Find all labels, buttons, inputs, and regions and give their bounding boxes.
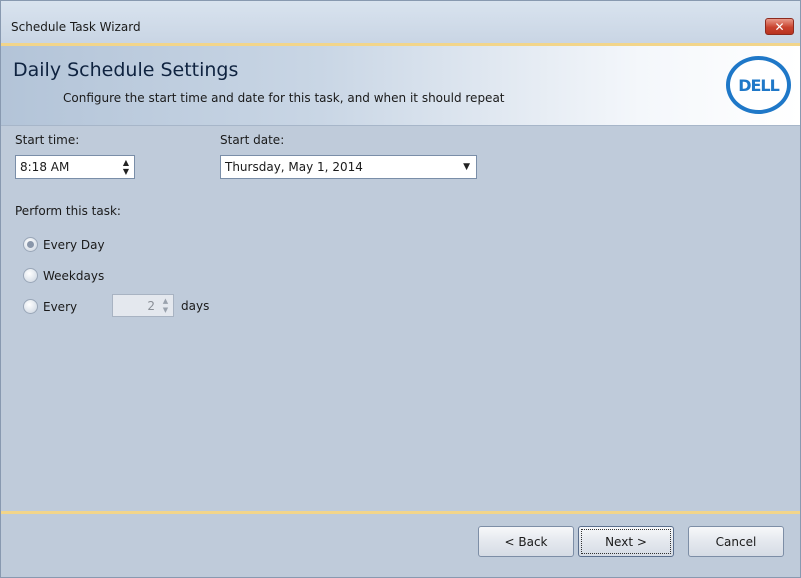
start-date-value: Thursday, May 1, 2014 [225,160,363,174]
days-label: days [181,299,210,313]
dell-logo: DELL [726,56,791,114]
radio-every-day-label[interactable]: Every Day [43,238,105,252]
wizard-header: Daily Schedule Settings Configure the st… [1,46,800,126]
radio-weekdays-label[interactable]: Weekdays [43,269,104,283]
start-time-input[interactable]: 8:18 AM ▲ ▼ [15,155,135,179]
page-subtitle: Configure the start time and date for th… [63,91,505,105]
close-icon: ✕ [774,19,785,34]
start-time-label: Start time: [15,133,80,147]
back-button[interactable]: < Back [478,526,574,557]
start-date-label: Start date: [220,133,285,147]
window-title: Schedule Task Wizard [11,20,141,34]
spin-arrows-icon[interactable]: ▲ ▼ [121,158,131,176]
every-days-stepper[interactable]: 2 ▲ ▼ [112,294,174,317]
radio-every-label[interactable]: Every [43,300,77,314]
wizard-window: Schedule Task Wizard ✕ Daily Schedule Se… [0,0,801,578]
start-time-value: 8:18 AM [20,160,70,174]
close-button[interactable]: ✕ [765,18,794,35]
chevron-down-icon: ▼ [463,162,470,172]
radio-weekdays[interactable] [23,268,38,283]
page-title: Daily Schedule Settings [13,59,239,81]
radio-every-n-days[interactable] [23,299,38,314]
title-bar: Schedule Task Wizard ✕ [1,1,800,43]
every-days-value: 2 [147,299,155,313]
next-button[interactable]: Next > [578,526,674,557]
logo-text: DELL [738,75,780,95]
cancel-button[interactable]: Cancel [688,526,784,557]
days-spin-icon[interactable]: ▲ ▼ [161,297,170,315]
radio-every-day[interactable] [23,237,38,252]
start-date-dropdown[interactable]: Thursday, May 1, 2014 ▼ [220,155,477,179]
perform-task-label: Perform this task: [15,204,121,218]
wizard-footer: < Back Next > Cancel [1,514,800,577]
